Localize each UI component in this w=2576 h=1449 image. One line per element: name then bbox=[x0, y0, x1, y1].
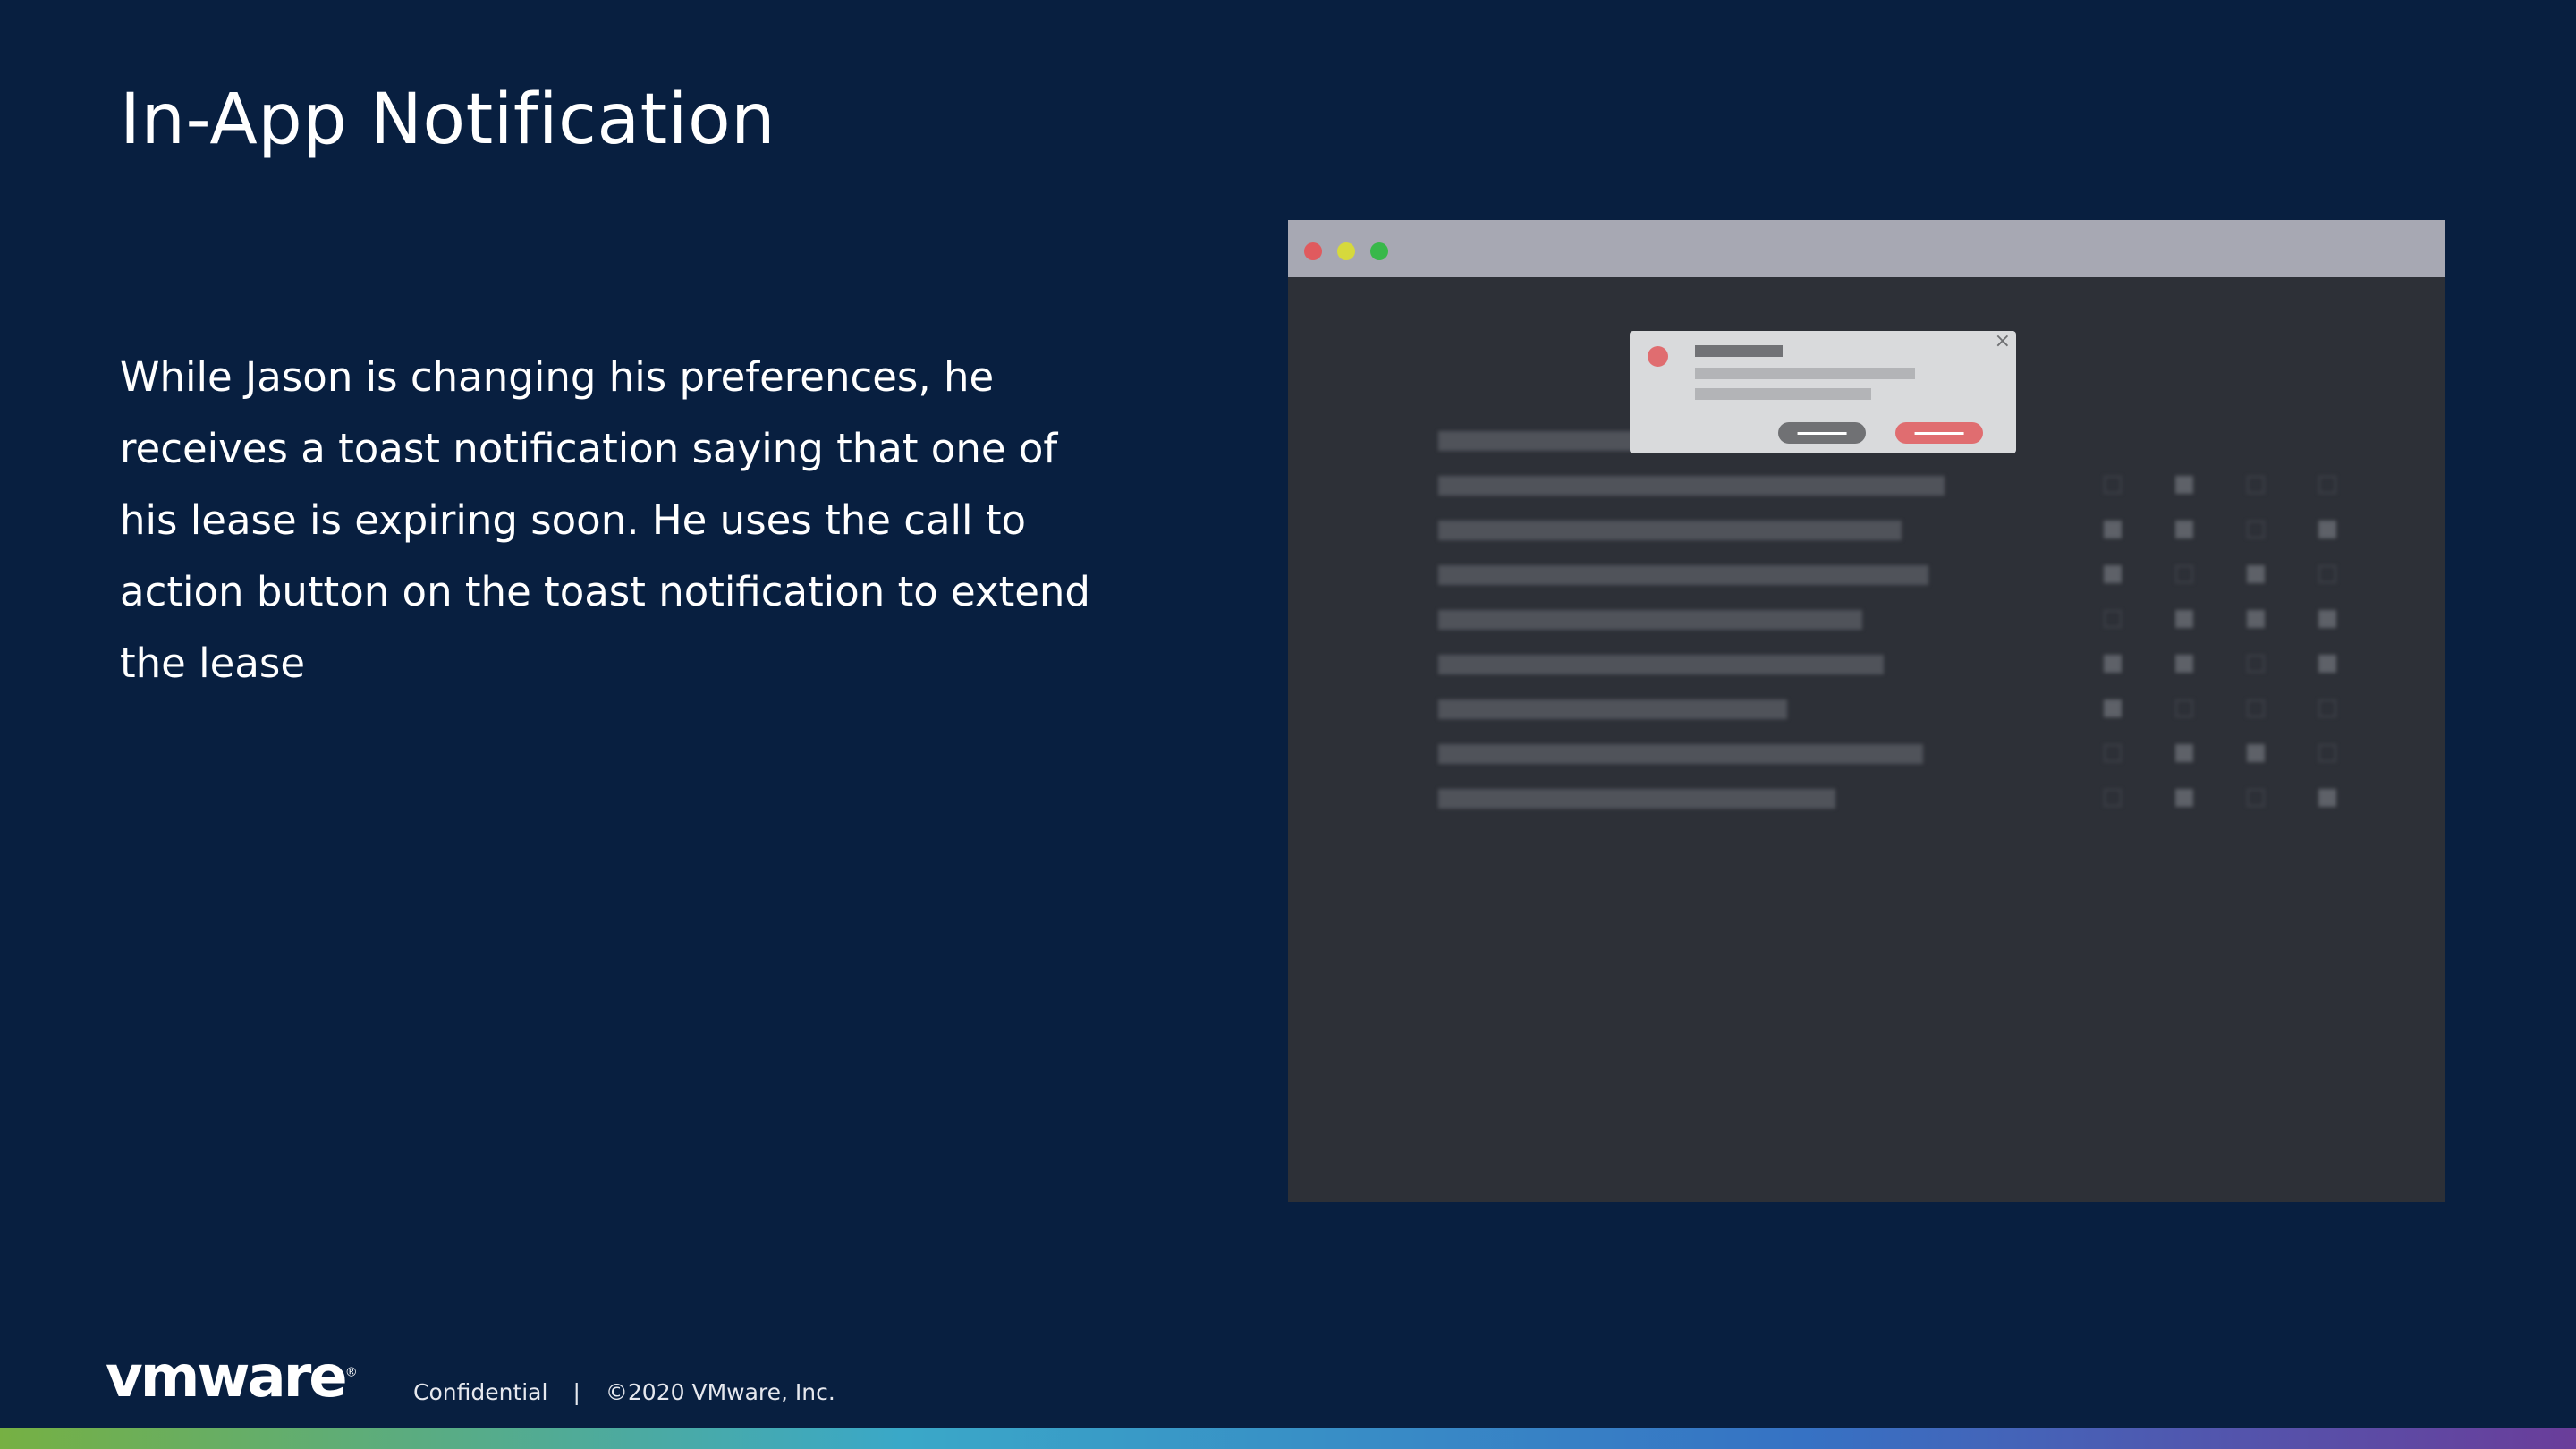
toast-dismiss-button[interactable] bbox=[1778, 422, 1866, 444]
toast-text-placeholder bbox=[1695, 368, 1915, 379]
checkbox[interactable] bbox=[2104, 699, 2122, 717]
table-row bbox=[1438, 655, 1884, 674]
table-row bbox=[1438, 476, 1945, 496]
footer-legal: Confidential | ©2020 VMware, Inc. bbox=[413, 1379, 835, 1405]
checkbox[interactable] bbox=[2247, 610, 2265, 628]
checkbox[interactable] bbox=[2104, 610, 2122, 628]
footer-separator: | bbox=[572, 1379, 580, 1405]
checkbox[interactable] bbox=[2318, 565, 2336, 583]
footer-confidential: Confidential bbox=[413, 1379, 548, 1405]
checkbox[interactable] bbox=[2175, 610, 2193, 628]
table-row bbox=[1438, 789, 1835, 809]
checkbox[interactable] bbox=[2175, 699, 2193, 717]
checkbox[interactable] bbox=[2104, 744, 2122, 762]
checkbox[interactable] bbox=[2247, 565, 2265, 583]
checkbox[interactable] bbox=[2318, 476, 2336, 494]
logo-registered-mark: ® bbox=[344, 1365, 358, 1380]
footer-copyright: ©2020 VMware, Inc. bbox=[605, 1379, 835, 1405]
table-row bbox=[1438, 610, 1862, 630]
checkbox[interactable] bbox=[2247, 521, 2265, 538]
table-row bbox=[1438, 521, 1902, 540]
table-row bbox=[1438, 565, 1928, 585]
checkbox[interactable] bbox=[2318, 655, 2336, 673]
window-title-bar bbox=[1288, 220, 2445, 277]
checkbox[interactable] bbox=[2318, 521, 2336, 538]
toast-title-placeholder bbox=[1695, 345, 1783, 357]
checkbox[interactable] bbox=[2175, 789, 2193, 807]
checkbox[interactable] bbox=[2175, 476, 2193, 494]
window-minimize-dot[interactable] bbox=[1337, 242, 1355, 260]
checkbox[interactable] bbox=[2175, 655, 2193, 673]
checkbox[interactable] bbox=[2247, 655, 2265, 673]
checkbox[interactable] bbox=[2247, 789, 2265, 807]
checkbox[interactable] bbox=[2318, 789, 2336, 807]
alert-dot-icon bbox=[1648, 346, 1668, 367]
checkbox[interactable] bbox=[2247, 699, 2265, 717]
vmware-logo: vmware® bbox=[106, 1349, 358, 1406]
checkbox[interactable] bbox=[2104, 789, 2122, 807]
checkbox[interactable] bbox=[2104, 565, 2122, 583]
toast-notification: × bbox=[1630, 331, 2016, 453]
checkbox[interactable] bbox=[2175, 744, 2193, 762]
checkbox[interactable] bbox=[2247, 476, 2265, 494]
checkbox[interactable] bbox=[2104, 521, 2122, 538]
checkbox[interactable] bbox=[2247, 744, 2265, 762]
checkbox[interactable] bbox=[2175, 521, 2193, 538]
window-maximize-dot[interactable] bbox=[1370, 242, 1388, 260]
logo-wordmark: vmware bbox=[106, 1344, 348, 1411]
checkbox[interactable] bbox=[2318, 699, 2336, 717]
checkbox[interactable] bbox=[2318, 744, 2336, 762]
brand-gradient-bar bbox=[0, 1428, 2576, 1449]
checkbox[interactable] bbox=[2104, 655, 2122, 673]
toast-text-placeholder bbox=[1695, 388, 1871, 400]
toast-extend-lease-button[interactable] bbox=[1895, 422, 1983, 444]
table-row bbox=[1438, 699, 1787, 719]
checkbox[interactable] bbox=[2104, 476, 2122, 494]
table-row bbox=[1438, 744, 1923, 764]
checkbox[interactable] bbox=[2318, 610, 2336, 628]
slide-title: In-App Notification bbox=[120, 80, 776, 160]
close-icon[interactable]: × bbox=[1995, 331, 2011, 352]
window-close-dot[interactable] bbox=[1304, 242, 1322, 260]
slide-body-text: While Jason is changing his preferences,… bbox=[120, 353, 1090, 687]
checkbox[interactable] bbox=[2175, 565, 2193, 583]
